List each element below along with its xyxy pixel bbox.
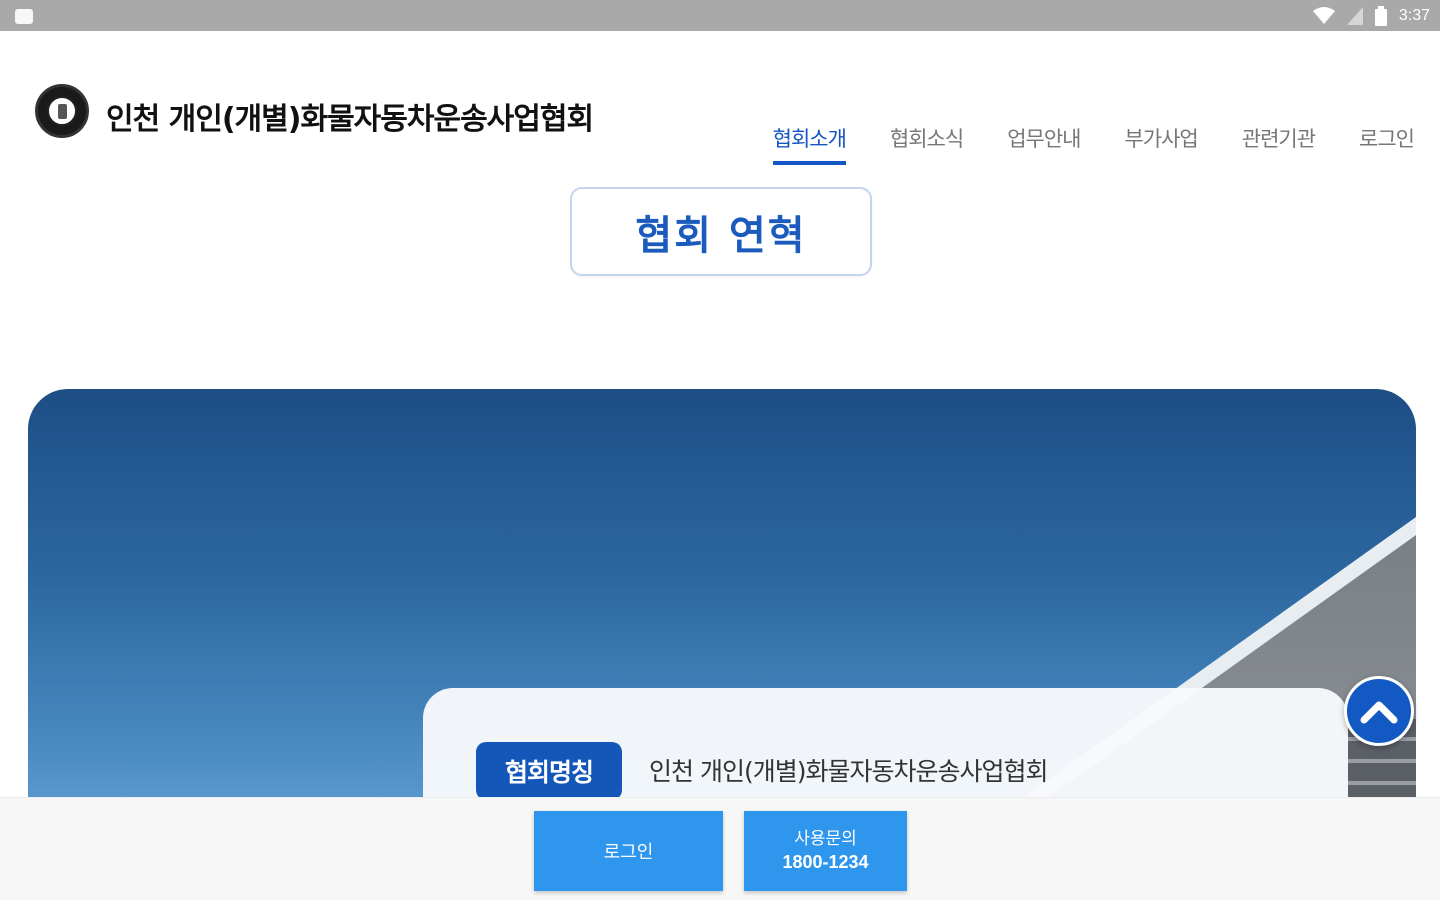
info-card: 협회명칭 인천 개인(개별)화물자동차운송사업협회	[423, 688, 1348, 809]
association-emblem-icon[interactable]	[35, 84, 89, 138]
signal-icon	[1346, 7, 1363, 25]
nav-item-services[interactable]: 업무안내	[985, 123, 1102, 167]
nav-item-login[interactable]: 로그인	[1337, 123, 1415, 167]
login-button[interactable]: 로그인	[534, 811, 723, 891]
main-nav: 협회소개 협회소식 업무안내 부가사업 관련기관 로그인	[751, 123, 1415, 167]
nav-item-related-agencies[interactable]: 관련기관	[1220, 123, 1337, 167]
nav-item-about[interactable]: 협회소개	[751, 123, 868, 167]
chevron-up-icon	[1360, 701, 1398, 724]
wifi-icon	[1312, 7, 1335, 24]
section-title: 협회 연혁	[570, 187, 872, 276]
login-button-label: 로그인	[603, 842, 654, 863]
site-header: 인천 개인(개별)화물자동차운송사업협회 협회소개 협회소식 업무안내 부가사업…	[0, 31, 1440, 181]
info-label: 협회명칭	[476, 742, 622, 800]
scroll-to-top-button[interactable]	[1344, 676, 1414, 746]
nav-item-news[interactable]: 협회소식	[868, 123, 985, 167]
contact-button-label: 사용문의	[794, 829, 857, 849]
status-bar: 3:37	[0, 0, 1440, 31]
contact-phone: 1800-1234	[782, 852, 869, 872]
nav-item-additional-business[interactable]: 부가사업	[1102, 123, 1219, 167]
info-value: 인천 개인(개별)화물자동차운송사업협회	[649, 757, 1048, 786]
contact-button[interactable]: 사용문의 1800-1234	[744, 811, 907, 891]
bottom-action-bar: 로그인 사용문의 1800-1234	[0, 797, 1440, 900]
status-time: 3:37	[1398, 7, 1430, 24]
site-title[interactable]: 인천 개인(개별)화물자동차운송사업협회	[106, 101, 626, 139]
app-notification-icon	[15, 9, 33, 24]
hero-banner: 협회명칭 인천 개인(개별)화물자동차운송사업협회	[28, 389, 1416, 809]
battery-icon	[1374, 6, 1387, 26]
